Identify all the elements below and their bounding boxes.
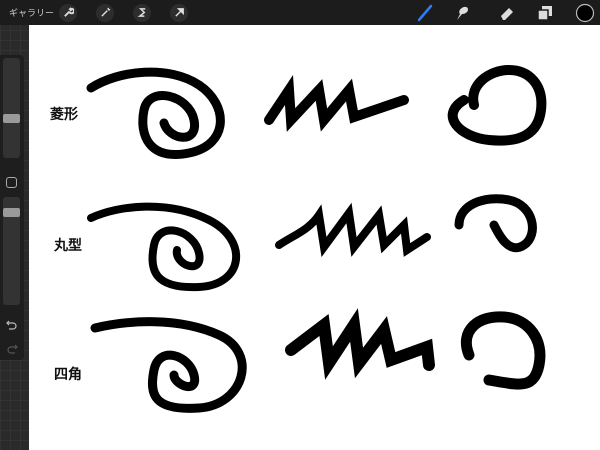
selection-icon [137,8,145,17]
zigzag-stroke [264,74,435,380]
redo-icon[interactable] [6,342,18,354]
layers-button[interactable] [535,3,555,23]
sidebar [0,55,24,360]
brush-size-slider[interactable] [3,58,20,158]
brush-icon [417,4,433,22]
smudge-icon [457,6,468,20]
transform-button[interactable] [170,3,188,22]
adjustments-button[interactable] [96,3,114,22]
gallery-button[interactable]: ギャラリー [9,6,59,19]
modify-button[interactable] [6,177,17,188]
circle-stroke [447,64,547,390]
brush-button[interactable] [415,3,435,23]
wrench-icon [63,7,74,17]
magic-wand-icon [100,7,110,17]
selection-button[interactable] [133,3,151,22]
actions-button[interactable] [59,3,77,22]
brush-strokes [86,64,547,413]
layers-icon [537,6,552,21]
undo-icon[interactable] [6,318,18,330]
brush-size-thumb[interactable] [3,114,20,123]
color-button[interactable] [575,3,595,23]
eraser-icon [501,8,513,20]
spiral-stroke [86,67,247,413]
transform-arrow-icon [174,8,184,17]
eraser-button[interactable] [497,3,517,23]
opacity-thumb[interactable] [3,208,20,217]
smudge-button[interactable] [452,3,472,23]
color-icon [575,3,595,23]
top-toolbar: ギャラリー [0,0,600,25]
opacity-slider[interactable] [3,197,20,305]
drawing-canvas[interactable]: 菱形 丸型 四角 [29,25,600,450]
